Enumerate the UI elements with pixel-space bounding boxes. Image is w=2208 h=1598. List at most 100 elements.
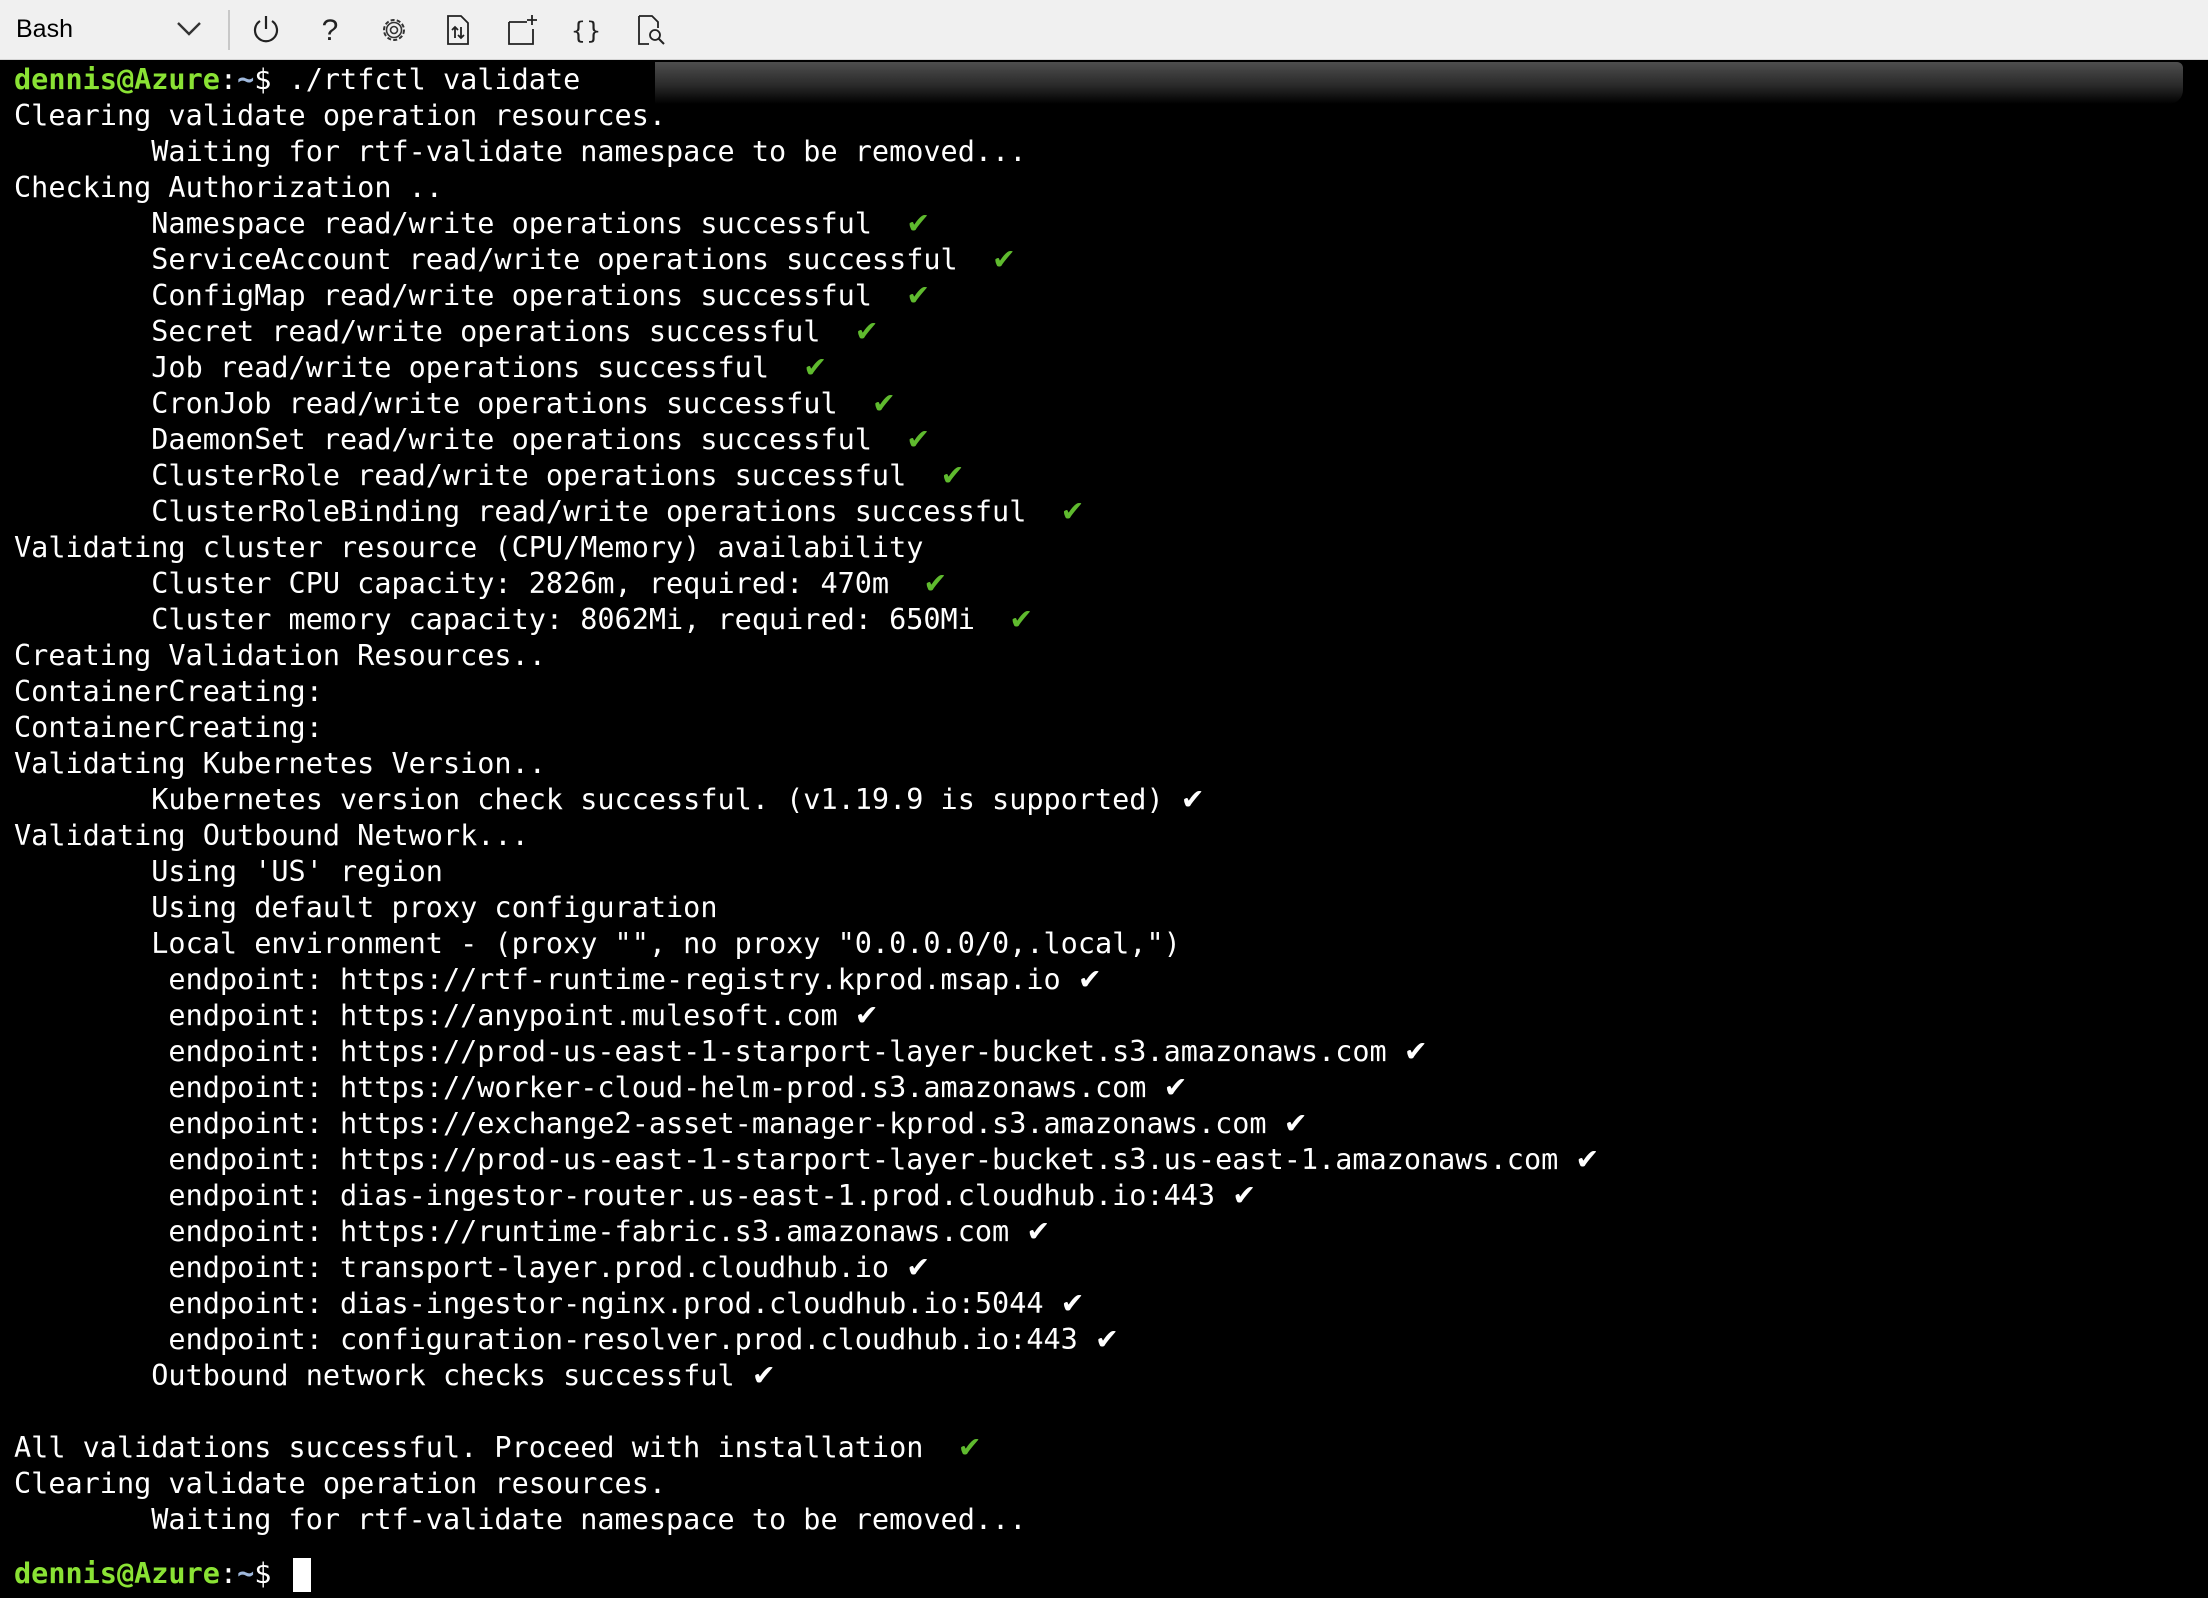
output-line: Checking Authorization .. <box>14 170 443 206</box>
output-text: endpoint: https://exchange2-asset-manage… <box>14 1107 1284 1140</box>
output-text: Using 'US' region <box>14 855 443 888</box>
braces-icon: {} <box>571 17 602 45</box>
output-line: endpoint: transport-layer.prod.cloudhub.… <box>14 1250 930 1286</box>
output-line: endpoint: https://worker-cloud-helm-prod… <box>14 1070 1188 1106</box>
check-mark-icon: ✔ <box>803 351 828 384</box>
output-text: endpoint: https://prod-us-east-1-starpor… <box>14 1035 1404 1068</box>
output-line: Waiting for rtf-validate namespace to be… <box>14 134 1026 170</box>
output-text: Validating Kubernetes Version.. <box>14 747 546 780</box>
output-text: CronJob read/write operations successful <box>14 387 872 420</box>
output-text: Waiting for rtf-validate namespace to be… <box>14 1503 1027 1536</box>
output-text: endpoint: https://prod-us-east-1-starpor… <box>14 1143 1576 1176</box>
check-mark-icon: ✔ <box>854 999 879 1032</box>
output-text: endpoint: transport-layer.prod.cloudhub.… <box>14 1251 907 1284</box>
prompt-symbol: $ <box>254 1557 289 1590</box>
command-line: dennis@Azure:~$ ./rtfctl validate <box>14 62 580 98</box>
check-mark-icon: ✔ <box>871 387 896 420</box>
check-mark-icon: ✔ <box>1060 495 1085 528</box>
output-text: endpoint: https://worker-cloud-helm-prod… <box>14 1071 1164 1104</box>
settings-button[interactable] <box>372 8 416 52</box>
output-text: ServiceAccount read/write operations suc… <box>14 243 993 276</box>
check-mark-icon: ✔ <box>1575 1143 1600 1176</box>
check-mark-icon: ✔ <box>923 567 948 600</box>
output-line: DaemonSet read/write operations successf… <box>14 422 930 458</box>
output-text: Validating Outbound Network... <box>14 819 529 852</box>
check-mark-icon: ✔ <box>1009 603 1034 636</box>
check-mark-icon: ✔ <box>1094 1323 1119 1356</box>
web-preview-button[interactable] <box>628 8 672 52</box>
output-line: Cluster CPU capacity: 2826m, required: 4… <box>14 566 947 602</box>
output-text: All validations successful. Proceed with… <box>14 1431 958 1464</box>
output-line: endpoint: https://anypoint.mulesoft.com … <box>14 998 879 1034</box>
check-mark-icon: ✔ <box>1163 1071 1188 1104</box>
output-line: ContainerCreating: <box>14 710 323 746</box>
check-mark-icon: ✔ <box>906 423 931 456</box>
output-text: Kubernetes version check successful. (v1… <box>14 783 1181 816</box>
chevron-down-icon <box>176 15 202 44</box>
check-mark-icon: ✔ <box>1403 1035 1428 1068</box>
output-line: endpoint: https://rtf-runtime-registry.k… <box>14 962 1101 998</box>
output-line: endpoint: https://runtime-fabric.s3.amaz… <box>14 1214 1050 1250</box>
output-text: Cluster memory capacity: 8062Mi, require… <box>14 603 1010 636</box>
check-mark-icon: ✔ <box>940 459 965 492</box>
toolbar-divider <box>228 9 230 50</box>
output-text: endpoint: https://runtime-fabric.s3.amaz… <box>14 1215 1027 1248</box>
output-line: ServiceAccount read/write operations suc… <box>14 242 1016 278</box>
prompt-colon: : <box>219 63 238 96</box>
output-text: Clearing validate operation resources. <box>14 1467 667 1500</box>
check-mark-icon: ✔ <box>906 1251 931 1284</box>
prompt-path: ~ <box>237 1557 255 1590</box>
web-preview-icon <box>638 14 665 45</box>
shell-type-dropdown[interactable]: Bash <box>16 8 212 52</box>
output-text: endpoint: https://anypoint.mulesoft.com <box>14 999 855 1032</box>
output-text: DaemonSet read/write operations successf… <box>14 423 907 456</box>
check-mark-icon: ✔ <box>854 315 879 348</box>
terminal-area[interactable]: dennis@Azure:~$ ./rtfctl validate Cleari… <box>0 60 2208 1598</box>
output-text: ClusterRoleBinding read/write operations… <box>14 495 1061 528</box>
output-line: endpoint: configuration-resolver.prod.cl… <box>14 1322 1119 1358</box>
output-text: Validating cluster resource (CPU/Memory)… <box>14 531 924 564</box>
new-session-button[interactable] <box>500 8 544 52</box>
output-text: Secret read/write operations successful <box>14 315 855 348</box>
output-line: Clearing validate operation resources. <box>14 98 666 134</box>
gear-icon <box>383 18 405 41</box>
editor-button[interactable]: {} <box>564 8 608 52</box>
output-text: Creating Validation Resources.. <box>14 639 546 672</box>
final-prompt-line[interactable]: dennis@Azure:~$ <box>14 1556 311 1592</box>
output-line: Outbound network checks successful ✔ <box>14 1358 776 1394</box>
output-line: CronJob read/write operations successful… <box>14 386 896 422</box>
check-mark-icon: ✔ <box>751 1359 776 1392</box>
help-button[interactable]: ? <box>308 8 352 52</box>
check-mark-icon: ✔ <box>1060 1287 1085 1320</box>
output-line: Kubernetes version check successful. (v1… <box>14 782 1204 818</box>
output-text: Checking Authorization .. <box>14 171 443 204</box>
output-line: endpoint: https://prod-us-east-1-starpor… <box>14 1142 1599 1178</box>
restart-button[interactable] <box>244 8 288 52</box>
upload-download-button[interactable] <box>436 8 480 52</box>
output-line: Validating Outbound Network... <box>14 818 529 854</box>
check-mark-icon: ✔ <box>1026 1215 1051 1248</box>
prompt-colon: : <box>219 1557 238 1590</box>
output-line: endpoint: https://exchange2-asset-manage… <box>14 1106 1307 1142</box>
output-text: Job read/write operations successful <box>14 351 804 384</box>
output-line: Using default proxy configuration <box>14 890 717 926</box>
prompt-path: ~ <box>237 63 255 96</box>
output-text: ClusterRole read/write operations succes… <box>14 459 941 492</box>
output-line: ContainerCreating: <box>14 674 323 710</box>
svg-text:?: ? <box>322 14 339 47</box>
shell-type-label: Bash <box>16 15 73 43</box>
output-line: endpoint: dias-ingestor-nginx.prod.cloud… <box>14 1286 1085 1322</box>
output-text: endpoint: configuration-resolver.prod.cl… <box>14 1323 1095 1356</box>
output-line: ClusterRole read/write operations succes… <box>14 458 964 494</box>
output-line: ConfigMap read/write operations successf… <box>14 278 930 314</box>
prompt-user: dennis@Azure <box>14 1557 220 1590</box>
output-text: Clearing validate operation resources. <box>14 99 667 132</box>
output-text: Local environment - (proxy "", no proxy … <box>14 927 1181 960</box>
check-mark-icon: ✔ <box>992 243 1016 276</box>
output-line: Secret read/write operations successful … <box>14 314 879 350</box>
output-line: Job read/write operations successful ✔ <box>14 350 827 386</box>
prompt-user: dennis@Azure <box>14 63 220 96</box>
new-session-icon <box>508 14 537 45</box>
output-line: Cluster memory capacity: 8062Mi, require… <box>14 602 1033 638</box>
check-mark-icon: ✔ <box>906 279 931 312</box>
